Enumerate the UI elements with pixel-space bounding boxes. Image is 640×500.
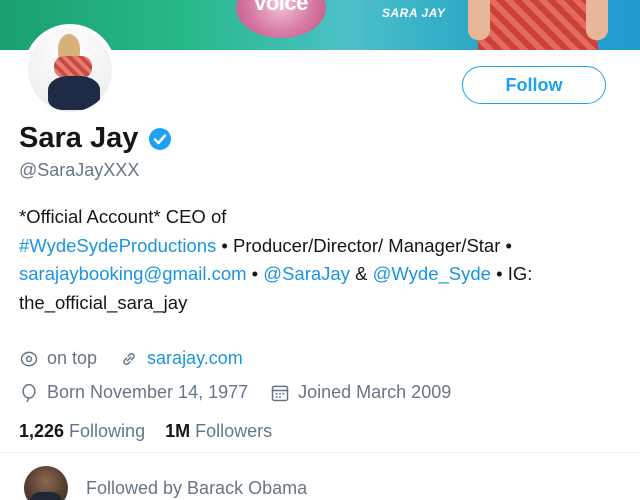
- mention-link[interactable]: @Wyde_Syde: [373, 263, 491, 284]
- follower-avatar[interactable]: [24, 466, 68, 500]
- email-link[interactable]: sarajaybooking@gmail.com: [19, 263, 247, 284]
- joined-text: Joined March 2009: [298, 382, 452, 402]
- birthday-text: Born November 14, 1977: [47, 382, 249, 402]
- followed-by-row[interactable]: Followed by Barack Obama: [24, 466, 307, 500]
- hashtag-link[interactable]: #WydeSydeProductions: [19, 235, 216, 256]
- website-item[interactable]: sarajay.com: [119, 348, 243, 369]
- birthday-item: Born November 14, 1977: [19, 382, 248, 403]
- verified-badge-icon: [149, 127, 172, 150]
- followers-number: 1M: [165, 421, 191, 441]
- banner-figure: [468, 0, 608, 50]
- bio-text: •: [246, 263, 264, 284]
- mention-link[interactable]: @SaraJay: [263, 263, 350, 284]
- joined-item: Joined March 2009: [270, 382, 451, 403]
- meta-row-dates: Born November 14, 1977 Joined March 2009: [19, 382, 473, 403]
- followers-count[interactable]: 1M Followers: [165, 421, 272, 442]
- meta-row-location: on top sarajay.com: [19, 348, 265, 369]
- display-name: Sara Jay: [19, 122, 139, 154]
- location-item: on top: [19, 348, 97, 369]
- website-link[interactable]: sarajay.com: [147, 348, 243, 369]
- bio-text: &: [349, 263, 373, 284]
- bio-text: *Official Account* CEO of: [19, 206, 227, 227]
- banner-logo-text: voice: [254, 0, 308, 15]
- avatar-image: [28, 28, 112, 112]
- follow-button[interactable]: Follow: [462, 66, 606, 104]
- calendar-icon: [271, 385, 289, 401]
- user-handle: @SaraJayXXX: [19, 160, 140, 180]
- followers-label: Followers: [195, 421, 273, 441]
- location-text: on top: [47, 348, 98, 368]
- followed-by-text: Followed by Barack Obama: [86, 477, 308, 498]
- avatar-bottom: [48, 76, 100, 110]
- bio-text: • Producer/Director/ Manager/Star •: [216, 234, 512, 256]
- following-number: 1,226: [19, 421, 65, 441]
- location-icon: [20, 351, 38, 366]
- profile-bio: *Official Account* CEO of #WydeSydeProdu…: [19, 203, 619, 317]
- banner-caption: SARA JAY: [382, 6, 446, 20]
- name-row: Sara Jay: [19, 122, 172, 155]
- following-count[interactable]: 1,226 Following: [19, 421, 145, 442]
- following-label: Following: [69, 421, 146, 441]
- profile-avatar[interactable]: [24, 24, 116, 116]
- link-icon: [123, 352, 135, 365]
- divider: [0, 452, 640, 453]
- avatar-top: [54, 56, 92, 78]
- banner-logo: voice: [236, 0, 326, 38]
- follow-counts: 1,226 Following 1M Followers: [19, 421, 292, 442]
- balloon-icon: [22, 383, 36, 402]
